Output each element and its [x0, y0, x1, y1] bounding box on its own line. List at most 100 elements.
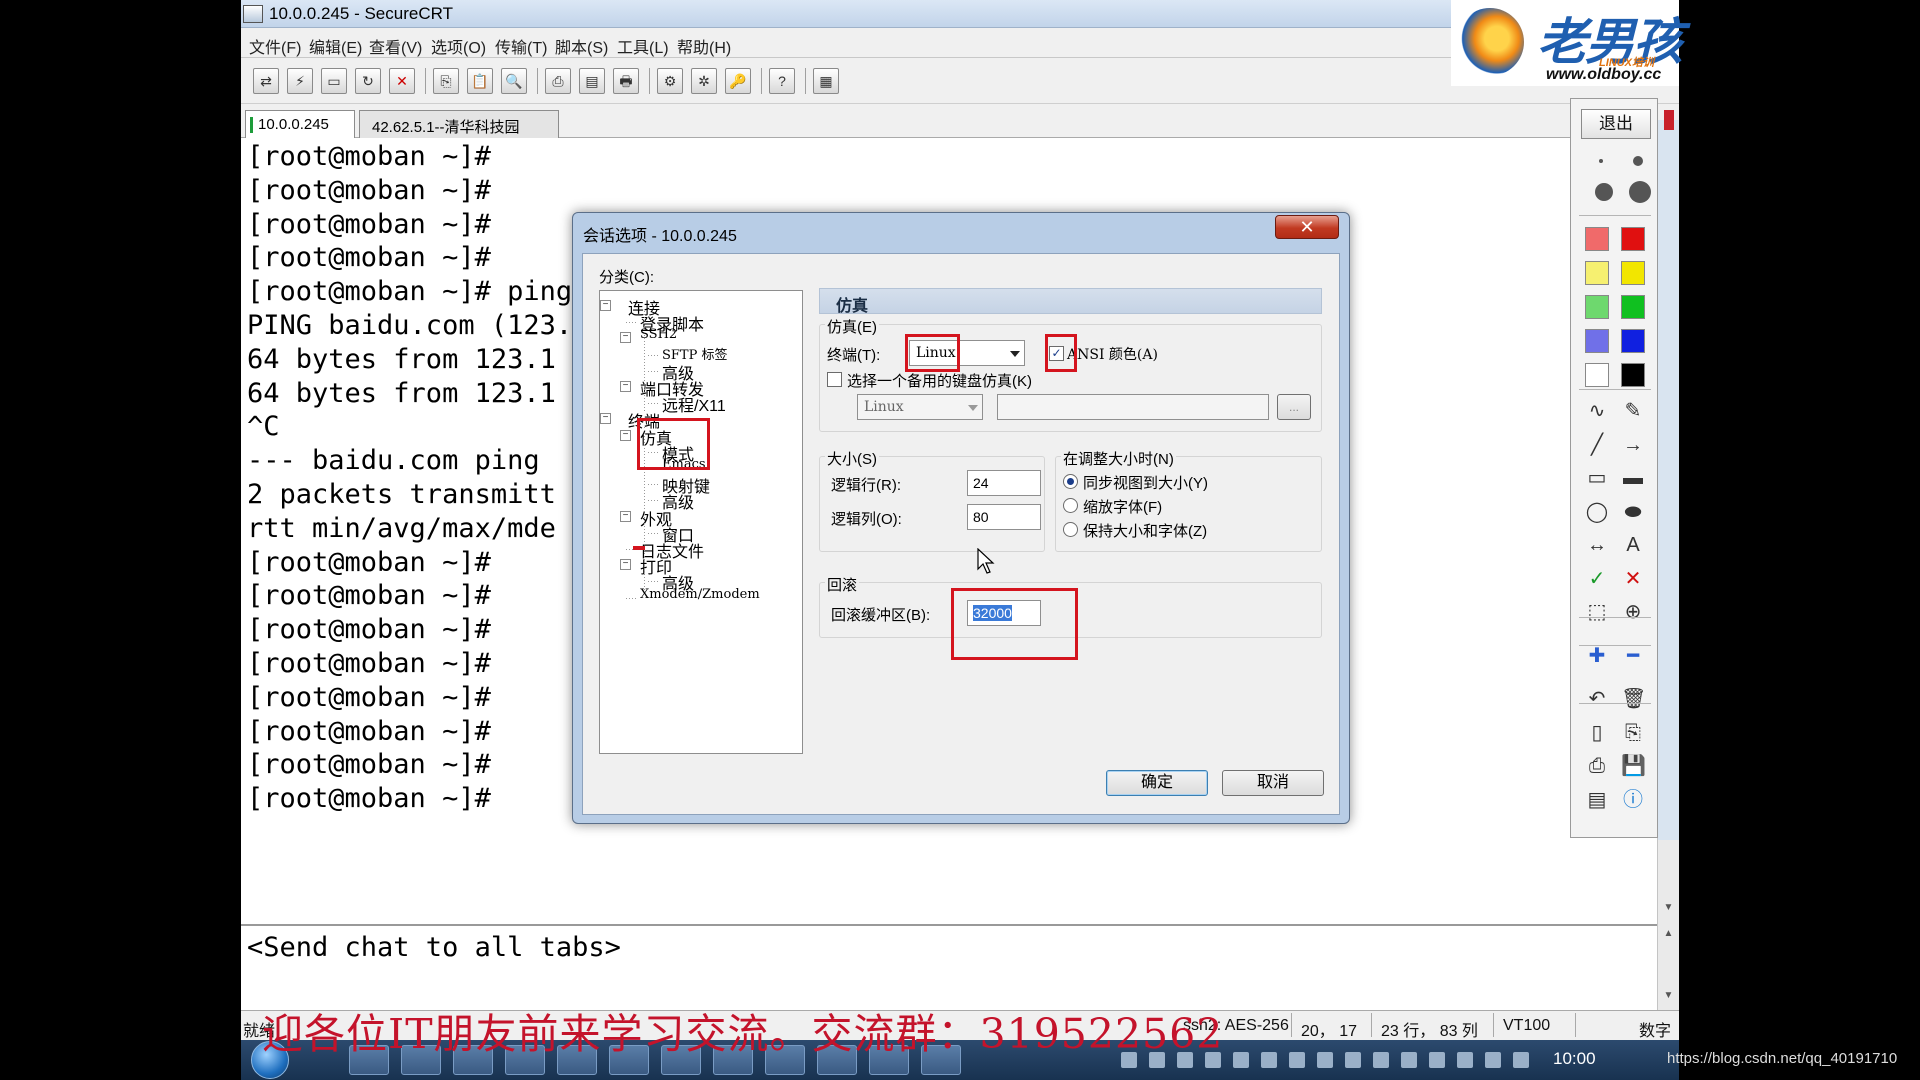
resize-keep-radio[interactable]: [1063, 522, 1078, 537]
tray-speaker-icon[interactable]: [1513, 1052, 1529, 1068]
zoom-icon[interactable]: ⊕: [1621, 600, 1645, 624]
tray-app-icon[interactable]: [1345, 1052, 1361, 1068]
print-selection-icon[interactable]: ▤: [579, 68, 605, 94]
color-swatch[interactable]: [1585, 227, 1609, 251]
connect-tab-icon[interactable]: ▭: [321, 68, 347, 94]
color-swatch[interactable]: [1585, 363, 1609, 387]
color-swatch[interactable]: [1585, 295, 1609, 319]
tree-item[interactable]: Xmodem/Zmodem: [640, 587, 760, 602]
plus-icon[interactable]: ✚: [1585, 644, 1609, 668]
rectangle-icon[interactable]: ▭: [1585, 466, 1609, 490]
taskbar-clock[interactable]: 10:00: [1553, 1049, 1596, 1069]
cross-icon[interactable]: ✕: [1621, 567, 1645, 591]
color-swatch[interactable]: [1621, 329, 1645, 353]
color-swatch[interactable]: [1621, 363, 1645, 387]
screen-icon[interactable]: ▤: [1585, 788, 1609, 812]
scroll-down-icon[interactable]: ▼: [1661, 990, 1676, 1001]
crop-icon[interactable]: ⬚: [1585, 600, 1609, 624]
print-icon[interactable]: ⎙: [1585, 754, 1609, 778]
help-icon[interactable]: ?: [769, 68, 795, 94]
copy-icon[interactable]: ⎘: [433, 68, 459, 94]
arrow-icon[interactable]: →: [1621, 433, 1645, 457]
trash-icon[interactable]: 🗑: [1621, 687, 1646, 711]
double-arrow-icon[interactable]: ↔: [1585, 533, 1609, 557]
new-page-icon[interactable]: ▯: [1585, 721, 1609, 745]
copy-icon[interactable]: ⎘: [1621, 721, 1645, 745]
tray-app-icon[interactable]: [1401, 1052, 1417, 1068]
pen-exit-button[interactable]: 退出: [1581, 109, 1651, 139]
cancel-button[interactable]: 取消: [1222, 770, 1324, 796]
session-options-icon[interactable]: ⚙: [657, 68, 683, 94]
color-swatch[interactable]: [1621, 261, 1645, 285]
resize-sync-radio[interactable]: [1063, 474, 1078, 489]
tree-expander-icon[interactable]: −: [620, 381, 631, 392]
menu-options[interactable]: 选项(O): [431, 34, 486, 58]
minus-icon[interactable]: ━: [1621, 644, 1645, 668]
color-swatch[interactable]: [1621, 227, 1645, 251]
line-icon[interactable]: ╱: [1585, 433, 1609, 457]
chat-scrollbar[interactable]: ▲ ▼: [1657, 924, 1679, 1010]
highlighter-icon[interactable]: ✎: [1621, 399, 1645, 423]
properties-icon[interactable]: ▦: [813, 68, 839, 94]
print-setup-icon[interactable]: ⎙: [545, 68, 571, 94]
menu-tools[interactable]: 工具(L): [617, 34, 669, 58]
tree-item[interactable]: 远程/X11: [662, 392, 726, 416]
tab-session-1[interactable]: 10.0.0.245: [245, 110, 355, 138]
tray-app-icon[interactable]: [1289, 1052, 1305, 1068]
resize-scale-font-radio[interactable]: [1063, 498, 1078, 513]
tree-expander-icon[interactable]: −: [620, 510, 631, 522]
tray-volume-icon[interactable]: [1429, 1052, 1445, 1068]
keymap-icon[interactable]: 🔑: [725, 68, 751, 94]
color-swatch[interactable]: [1585, 261, 1609, 285]
ok-button[interactable]: 确定: [1106, 770, 1208, 796]
pen-size-small-icon[interactable]: [1599, 159, 1603, 163]
filled-rectangle-icon[interactable]: ▬: [1621, 466, 1645, 490]
quick-connect-icon[interactable]: ⚡: [287, 68, 313, 94]
menu-edit[interactable]: 编辑(E): [309, 34, 362, 58]
tray-network-icon[interactable]: [1261, 1052, 1277, 1068]
menu-script[interactable]: 脚本(S): [555, 34, 608, 58]
tree-expander-icon[interactable]: −: [600, 413, 611, 425]
ellipse-icon[interactable]: ◯: [1585, 500, 1609, 524]
category-tree[interactable]: − 连接 登录脚本 − SSH2 SFTP 标签 高级 − 端口转发 远程/X11− 终端 − 仿真 模式…: [599, 290, 803, 754]
tree-item[interactable]: SSH2: [640, 327, 677, 342]
rows-input[interactable]: 24: [967, 470, 1041, 496]
pen-panel-close-icon[interactable]: [1664, 110, 1674, 130]
freehand-icon[interactable]: ∿: [1585, 399, 1609, 423]
print-icon[interactable]: 🖶: [613, 68, 639, 94]
tray-app-icon[interactable]: [1457, 1052, 1473, 1068]
scroll-down-icon[interactable]: ▼: [1661, 902, 1676, 918]
tray-app-icon[interactable]: [1233, 1052, 1249, 1068]
dialog-close-button[interactable]: ✕: [1275, 215, 1339, 239]
find-icon[interactable]: 🔍: [501, 68, 527, 94]
tree-expander-icon[interactable]: −: [620, 559, 631, 571]
menu-help[interactable]: 帮助(H): [677, 34, 731, 58]
menu-file[interactable]: 文件(F): [249, 34, 301, 58]
filled-ellipse-icon[interactable]: ⬬: [1621, 500, 1645, 524]
info-icon[interactable]: ⓘ: [1621, 788, 1645, 812]
scroll-up-icon[interactable]: ▲: [1661, 928, 1676, 939]
check-icon[interactable]: ✓: [1585, 567, 1609, 591]
chat-input[interactable]: <Send chat to all tabs>: [247, 932, 621, 963]
pen-size-medium-icon[interactable]: [1633, 156, 1643, 166]
undo-icon[interactable]: ↶: [1585, 687, 1609, 711]
chat-window[interactable]: <Send chat to all tabs>: [241, 924, 1657, 1010]
cols-input[interactable]: 80: [967, 504, 1041, 530]
tab-session-2[interactable]: 42.62.5.1--清华科技园: [359, 110, 559, 138]
connect-icon[interactable]: ⇄: [253, 68, 279, 94]
color-swatch[interactable]: [1621, 295, 1645, 319]
paste-icon[interactable]: 📋: [467, 68, 493, 94]
tree-expander-icon[interactable]: −: [620, 332, 631, 344]
text-icon[interactable]: A: [1621, 533, 1645, 557]
disconnect-icon[interactable]: ✕: [389, 68, 415, 94]
tray-app-icon[interactable]: [1373, 1052, 1389, 1068]
alt-keyboard-checkbox[interactable]: [827, 372, 842, 387]
pen-size-xlarge-icon[interactable]: [1629, 181, 1651, 203]
menu-transfer[interactable]: 传输(T): [495, 34, 547, 58]
color-swatch[interactable]: [1585, 329, 1609, 353]
tray-signal-icon[interactable]: [1485, 1052, 1501, 1068]
tree-expander-icon[interactable]: −: [600, 300, 611, 311]
tray-app-icon[interactable]: [1317, 1052, 1333, 1068]
global-options-icon[interactable]: ✲: [691, 68, 717, 94]
reconnect-icon[interactable]: ↻: [355, 68, 381, 94]
